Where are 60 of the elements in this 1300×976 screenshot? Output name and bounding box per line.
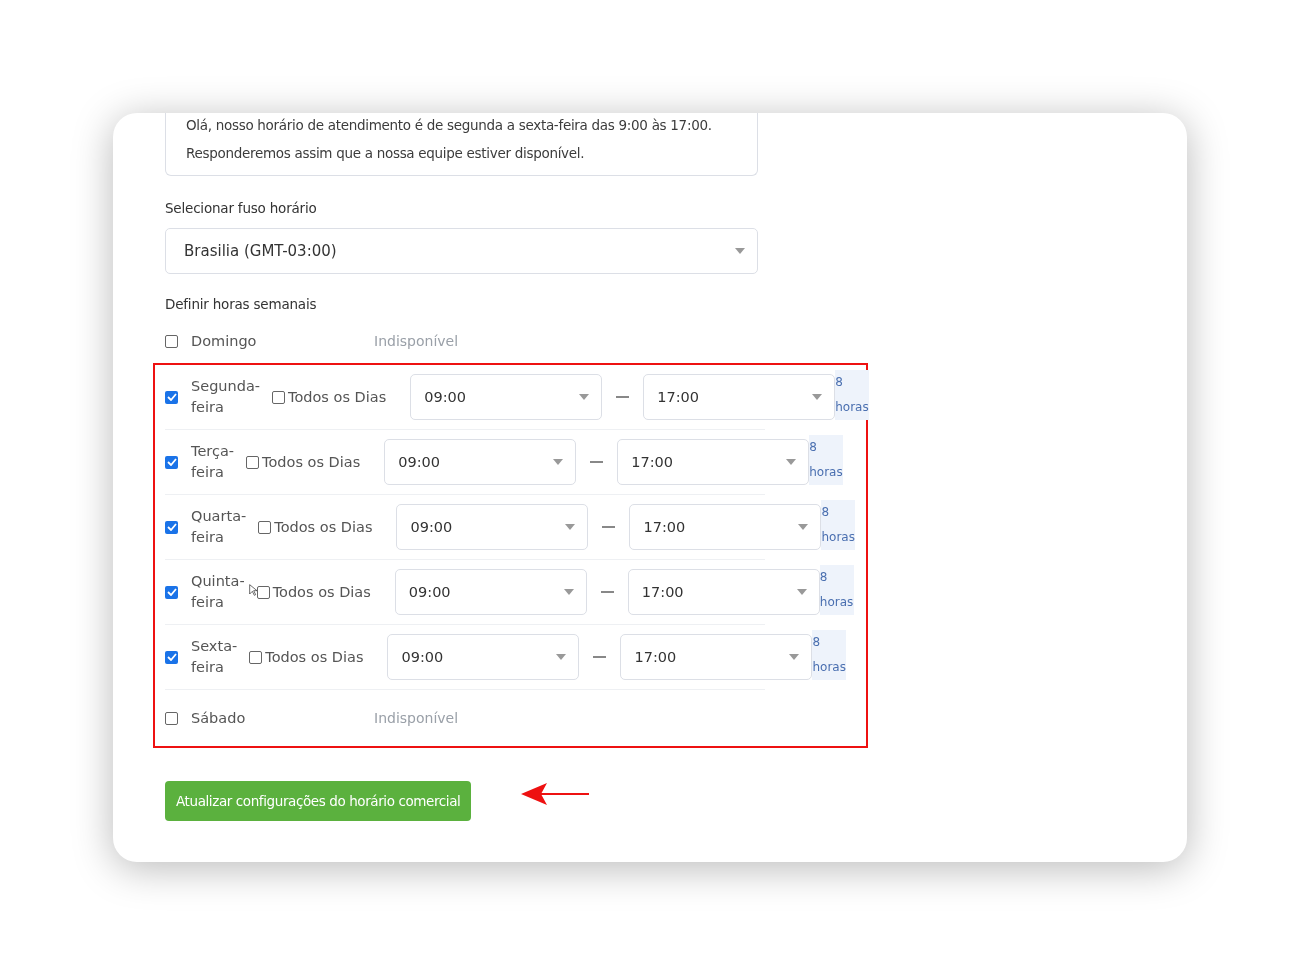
arrow-icon — [521, 781, 589, 807]
duration-text: 8 horas — [821, 500, 856, 550]
end-time-select[interactable]: 17:00 — [620, 634, 813, 680]
day-label: Quarta-feira — [191, 507, 247, 547]
caret-icon — [798, 524, 809, 530]
day-label: Terça-feira — [191, 442, 235, 482]
caret-icon — [735, 248, 745, 254]
duration-text: 8 horas — [812, 630, 847, 680]
end-time-select[interactable]: 17:00 — [643, 374, 836, 420]
duration-text: 8 horas — [809, 435, 844, 485]
checkbox[interactable] — [249, 650, 263, 664]
day-label: Sexta-feira — [191, 637, 238, 677]
checkbox[interactable] — [256, 585, 270, 599]
start-time-select[interactable]: 09:00 — [410, 374, 603, 420]
caret-icon — [812, 394, 823, 400]
checkbox[interactable] — [165, 390, 178, 404]
day-label: Sábado — [191, 708, 247, 728]
duration-text: 8 horas — [835, 370, 870, 420]
caret-icon — [565, 524, 576, 530]
end-time-select[interactable]: 17:00 — [629, 504, 822, 550]
all-days-checkbox[interactable]: Todos os Dias — [249, 649, 364, 665]
day-label: Domingo — [191, 331, 258, 351]
checkbox[interactable] — [165, 520, 178, 534]
field-label: Definir horas semanais — [165, 296, 317, 312]
caret-icon — [553, 459, 564, 465]
start-time-select[interactable]: 09:00 — [396, 504, 589, 550]
status-text: Indisponível — [374, 710, 459, 726]
field-label: Selecionar fuso horário — [165, 200, 317, 216]
all-days-checkbox[interactable]: Todos os Dias — [272, 389, 387, 405]
all-days-checkbox[interactable]: Todos os Dias — [258, 519, 373, 535]
message-text: Olá, nosso horário de atendimento é de segunda a sexta-feira das 9:00 às 17:00. — [186, 117, 713, 133]
start-time-select[interactable]: 09:00 — [394, 569, 587, 615]
all-days-checkbox[interactable]: Todos os Dias — [256, 584, 371, 600]
duration-text: 8 horas — [819, 565, 854, 615]
checkbox[interactable] — [272, 390, 286, 404]
end-time-select[interactable]: 17:00 — [617, 439, 810, 485]
timezone-select[interactable]: Brasilia (GMT-03:00) — [165, 228, 758, 274]
all-days-checkbox[interactable]: Todos os Dias — [246, 454, 361, 470]
start-time-select[interactable]: 09:00 — [384, 439, 577, 485]
checkbox[interactable] — [165, 711, 178, 725]
caret-icon — [786, 459, 797, 465]
checkbox[interactable] — [258, 520, 272, 534]
caret-icon — [796, 589, 807, 595]
checkbox[interactable] — [165, 585, 178, 599]
checkbox[interactable] — [165, 650, 178, 664]
caret-icon — [556, 654, 567, 660]
checkbox[interactable] — [165, 455, 178, 469]
start-time-select[interactable]: 09:00 — [387, 634, 580, 680]
message-textarea[interactable]: Olá, nosso horário de atendimento é de segunda a sexta-feira das 9:00 às 17:00. Responderemos assim que a nossa equipe estiver disponível. — [165, 113, 758, 176]
caret-icon — [789, 654, 800, 660]
end-time-select[interactable]: 17:00 — [627, 569, 820, 615]
caret-icon — [579, 394, 590, 400]
day-label: Quinta-feira — [191, 572, 245, 612]
day-label: Segunda-feira — [191, 377, 261, 417]
checkbox[interactable] — [246, 455, 260, 469]
caret-icon — [563, 589, 574, 595]
cursor-icon — [249, 583, 257, 597]
status-text: Indisponível — [374, 333, 459, 349]
message-text: Responderemos assim que a nossa equipe estiver disponível. — [186, 145, 586, 161]
checkbox[interactable] — [165, 334, 178, 348]
